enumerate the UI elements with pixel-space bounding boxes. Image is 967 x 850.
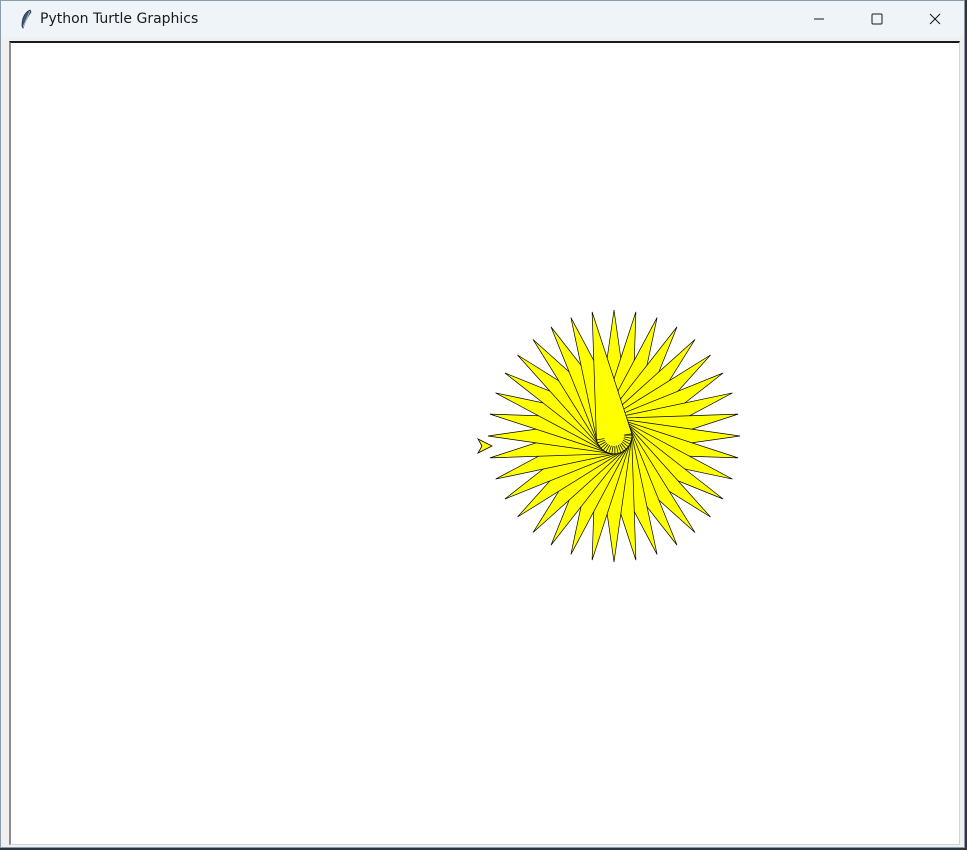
window-title: Python Turtle Graphics bbox=[40, 11, 199, 27]
caption-buttons bbox=[790, 1, 964, 37]
center-dot bbox=[604, 426, 624, 446]
maximize-icon bbox=[871, 10, 883, 29]
title-bar[interactable]: Python Turtle Graphics bbox=[1, 1, 964, 37]
maximize-button[interactable] bbox=[848, 1, 906, 37]
feather-icon bbox=[18, 9, 34, 29]
turtle-canvas[interactable] bbox=[9, 41, 960, 845]
minimize-icon bbox=[813, 10, 825, 29]
turtle-drawing bbox=[476, 309, 741, 563]
close-button[interactable] bbox=[906, 1, 964, 37]
turtle-window: Python Turtle Graphics bbox=[0, 0, 965, 848]
arrow-turtle-icon bbox=[476, 438, 493, 454]
close-icon bbox=[929, 10, 941, 29]
minimize-button[interactable] bbox=[790, 1, 848, 37]
